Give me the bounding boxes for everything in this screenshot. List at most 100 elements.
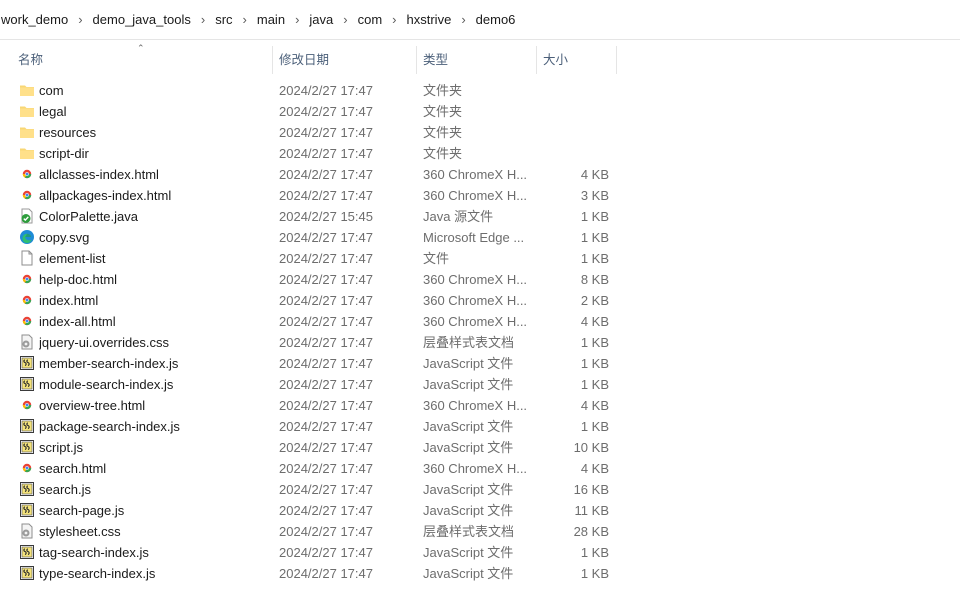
file-name[interactable]: tag-search-index.js xyxy=(39,542,269,563)
file-name[interactable]: type-search-index.js xyxy=(39,563,269,584)
file-modified-date: 2024/2/27 17:47 xyxy=(279,461,373,476)
file-name[interactable]: legal xyxy=(39,101,269,122)
file-row[interactable]: search-page.js 2024/2/27 17:47 JavaScript … xyxy=(0,500,960,521)
file-modified-date: 2024/2/27 17:47 xyxy=(279,83,373,98)
file-type: 360 ChromeX H... xyxy=(423,314,528,329)
file-modified-date: 2024/2/27 17:47 xyxy=(279,398,373,413)
file-row[interactable]: script.js 2024/2/27 17:47 JavaScript 文件 10 … xyxy=(0,437,960,458)
file-name[interactable]: search.js xyxy=(39,479,269,500)
file-name[interactable]: search-page.js xyxy=(39,500,269,521)
file-type: 文件夹 xyxy=(423,83,463,98)
file-row[interactable]: tag-search-index.js 2024/2/27 17:47 JavaSc… xyxy=(0,542,960,563)
file-row[interactable]: member-search-index.js 2024/2/27 17:47 Jav… xyxy=(0,353,960,374)
column-header-date[interactable]: 修改日期 xyxy=(273,46,417,74)
file-row[interactable]: stylesheet.css 2024/2/27 17:47 层叠样式表文档 28 K… xyxy=(0,521,960,542)
breadcrumb-item[interactable]: main xyxy=(255,12,291,27)
breadcrumb-item[interactable]: com xyxy=(356,12,389,27)
file-name[interactable]: allpackages-index.html xyxy=(39,185,269,206)
file-name[interactable]: overview-tree.html xyxy=(39,395,269,416)
file-name[interactable]: package-search-index.js xyxy=(39,416,269,437)
file-name[interactable]: resources xyxy=(39,122,269,143)
file-name[interactable]: help-doc.html xyxy=(39,269,269,290)
file-row[interactable]: package-search-index.js 2024/2/27 17:47 Ja… xyxy=(0,416,960,437)
file-type: Microsoft Edge ... xyxy=(423,230,525,245)
breadcrumb-item[interactable]: hxstrive xyxy=(405,12,458,27)
breadcrumb-item[interactable]: demo6 xyxy=(474,12,522,27)
file-modified-date: 2024/2/27 17:47 xyxy=(279,524,373,539)
file-list: com 2024/2/27 17:47 文件夹 legal 2024/2/27 17:4… xyxy=(0,80,960,584)
file-name[interactable]: com xyxy=(39,80,269,101)
file-type: JavaScript 文件 xyxy=(423,545,514,560)
chevron-right-icon[interactable]: › xyxy=(239,12,255,27)
file-name[interactable]: index.html xyxy=(39,290,269,311)
file-name[interactable]: member-search-index.js xyxy=(39,353,269,374)
file-size: 1 KB xyxy=(580,377,609,392)
file-row[interactable]: jquery-ui.overrides.css 2024/2/27 17:47 层叠… xyxy=(0,332,960,353)
file-type: JavaScript 文件 xyxy=(423,440,514,455)
file-size: 1 KB xyxy=(580,251,609,266)
file-row[interactable]: index-all.html 2024/2/27 17:47 360 ChromeX… xyxy=(0,311,960,332)
file-size: 16 KB xyxy=(573,482,609,497)
file-row[interactable]: ColorPalette.java 2024/2/27 15:45 Java 源文件… xyxy=(0,206,960,227)
file-name[interactable]: allclasses-index.html xyxy=(39,164,269,185)
file-type: Java 源文件 xyxy=(423,209,494,224)
file-row[interactable]: module-search-index.js 2024/2/27 17:47 Jav… xyxy=(0,374,960,395)
file-row[interactable]: element-list 2024/2/27 17:47 文件 1 KB xyxy=(0,248,960,269)
breadcrumb-item[interactable]: work_demo xyxy=(0,12,74,27)
file-type: JavaScript 文件 xyxy=(423,482,514,497)
breadcrumb-item[interactable]: demo_java_tools xyxy=(91,12,197,27)
file-type: 360 ChromeX H... xyxy=(423,272,528,287)
file-name[interactable]: element-list xyxy=(39,248,269,269)
file-modified-date: 2024/2/27 17:47 xyxy=(279,335,373,350)
file-row[interactable]: type-search-index.js 2024/2/27 17:47 JavaS… xyxy=(0,563,960,584)
file-name[interactable]: ColorPalette.java xyxy=(39,206,269,227)
chevron-right-icon[interactable]: › xyxy=(388,12,404,27)
file-row[interactable]: allclasses-index.html 2024/2/27 17:47 360 … xyxy=(0,164,960,185)
chevron-right-icon[interactable]: › xyxy=(291,12,307,27)
column-header-type[interactable]: 类型 xyxy=(417,46,537,74)
file-row[interactable]: resources 2024/2/27 17:47 文件夹 xyxy=(0,122,960,143)
file-row[interactable]: allpackages-index.html 2024/2/27 17:47 360… xyxy=(0,185,960,206)
file-row[interactable]: legal 2024/2/27 17:47 文件夹 xyxy=(0,101,960,122)
file-modified-date: 2024/2/27 17:47 xyxy=(279,167,373,182)
chevron-right-icon[interactable]: › xyxy=(197,12,213,27)
js-file-icon xyxy=(19,481,35,497)
file-row[interactable]: script-dir 2024/2/27 17:47 文件夹 xyxy=(0,143,960,164)
chevron-right-icon[interactable]: › xyxy=(457,12,473,27)
file-row[interactable]: com 2024/2/27 17:47 文件夹 xyxy=(0,80,960,101)
file-name[interactable]: jquery-ui.overrides.css xyxy=(39,332,269,353)
column-header-name[interactable]: 名称 ⌃ xyxy=(0,43,273,74)
js-file-icon xyxy=(19,565,35,581)
file-type: 层叠样式表文档 xyxy=(423,524,515,539)
file-row[interactable]: copy.svg 2024/2/27 17:47 Microsoft Edge ..… xyxy=(0,227,960,248)
folder-icon xyxy=(19,82,35,98)
file-name[interactable]: module-search-index.js xyxy=(39,374,269,395)
file-name[interactable]: search.html xyxy=(39,458,269,479)
breadcrumb-item[interactable]: src xyxy=(213,12,238,27)
java-file-icon xyxy=(19,208,35,224)
folder-icon xyxy=(19,103,35,119)
file-name[interactable]: index-all.html xyxy=(39,311,269,332)
file-modified-date: 2024/2/27 17:47 xyxy=(279,146,373,161)
file-name[interactable]: script.js xyxy=(39,437,269,458)
file-modified-date: 2024/2/27 17:47 xyxy=(279,251,373,266)
css-file-icon xyxy=(19,334,35,350)
chevron-right-icon[interactable]: › xyxy=(74,12,90,27)
file-row[interactable]: search.js 2024/2/27 17:47 JavaScript 文件 16 … xyxy=(0,479,960,500)
file-type: 360 ChromeX H... xyxy=(423,398,528,413)
address-bar[interactable]: work_demo › demo_java_tools › src › main › java ›… xyxy=(0,0,960,40)
file-row[interactable]: search.html 2024/2/27 17:47 360 ChromeX H.… xyxy=(0,458,960,479)
file-row[interactable]: overview-tree.html 2024/2/27 17:47 360 Chr… xyxy=(0,395,960,416)
breadcrumb-item[interactable]: java xyxy=(307,12,339,27)
file-name[interactable]: stylesheet.css xyxy=(39,521,269,542)
file-modified-date: 2024/2/27 17:47 xyxy=(279,314,373,329)
chrome-html-icon xyxy=(19,166,35,182)
file-size: 2 KB xyxy=(580,293,609,308)
file-row[interactable]: help-doc.html 2024/2/27 17:47 360 ChromeX … xyxy=(0,269,960,290)
file-row[interactable]: index.html 2024/2/27 17:47 360 ChromeX H..… xyxy=(0,290,960,311)
file-name[interactable]: script-dir xyxy=(39,143,269,164)
column-header-size[interactable]: 大小 xyxy=(537,46,617,74)
file-name[interactable]: copy.svg xyxy=(39,227,269,248)
chevron-right-icon[interactable]: › xyxy=(339,12,355,27)
file-type: 文件 xyxy=(423,251,450,266)
